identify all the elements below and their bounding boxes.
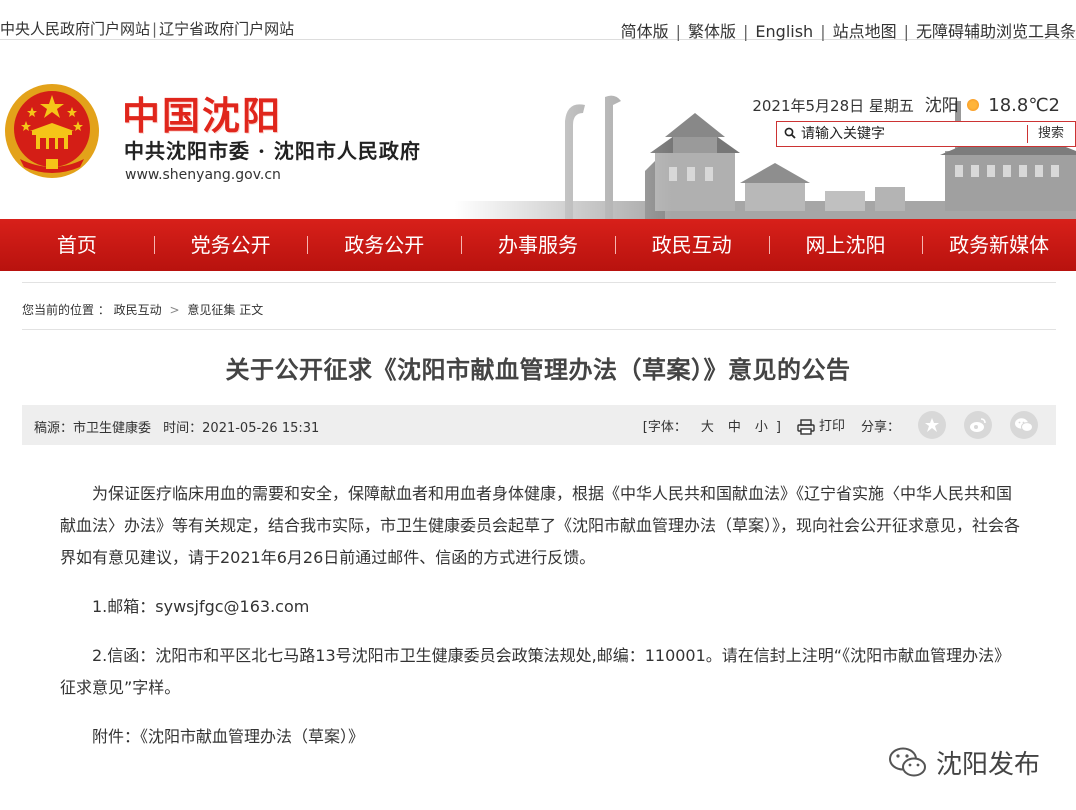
breadcrumb-current: 正文: [239, 303, 264, 317]
current-date: 2021年5月28日 星期五: [752, 97, 914, 115]
watermark-text: 沈阳发布: [936, 750, 1041, 780]
nav-interaction[interactable]: 政民互动: [614, 219, 769, 271]
link-english[interactable]: English: [755, 22, 813, 41]
link-accessibility[interactable]: 无障碍辅助浏览工具条: [916, 22, 1076, 41]
search-input[interactable]: [801, 124, 1026, 144]
printer-icon: [797, 419, 815, 435]
font-medium-button[interactable]: 中: [728, 420, 741, 435]
nav-government-affairs[interactable]: 政务公开: [307, 219, 461, 271]
breadcrumb-prefix: 您当前的位置 ：: [22, 303, 110, 317]
search-box: 搜索: [776, 121, 1076, 147]
font-label-text: [字体：: [642, 419, 687, 435]
search-icon: [784, 127, 796, 139]
nav-home[interactable]: 首页: [0, 219, 154, 271]
font-label-close: ]: [775, 419, 781, 435]
wechat-watermark: 沈阳发布: [888, 744, 1040, 781]
article-paragraph: 为保证医疗临床用血的需要和安全，保障献血者和用血者身体健康，根据《中华人民共和国…: [60, 484, 1021, 567]
weather-temperature: 18.8℃2: [988, 95, 1060, 116]
link-central-gov[interactable]: 中央人民政府门户网站: [0, 20, 150, 38]
breadcrumb-interaction[interactable]: 政民互动: [114, 303, 162, 317]
weather-city: 沈阳: [924, 96, 959, 116]
site-logo-subtitle: 中共沈阳市委 · 沈阳市人民政府: [124, 139, 421, 163]
site-tools: 简体版 | 繁体版 | English | 站点地图 | 无障碍辅助浏览工具条: [620, 22, 1076, 41]
font-large-button[interactable]: 大: [701, 420, 714, 435]
main-nav: 首页 党务公开 政务公开 办事服务 政民互动 网上沈阳 政务新媒体: [0, 219, 1076, 271]
search-button[interactable]: 搜索: [1027, 125, 1064, 143]
nav-new-media[interactable]: 政务新媒体: [922, 219, 1076, 271]
site-logo-title[interactable]: 中国沈阳: [122, 85, 282, 140]
national-emblem-icon: [5, 84, 99, 178]
date-weather: 2021年5月28日 星期五 沈阳 18.8℃2: [752, 91, 1060, 116]
share-label: 分享：: [860, 419, 900, 435]
link-liaoning-gov[interactable]: 辽宁省政府门户网站: [159, 20, 294, 38]
article-time: 时间：2021-05-26 15:31: [163, 421, 320, 436]
sunny-icon: [967, 99, 980, 111]
share-wechat-icon[interactable]: [1010, 411, 1038, 439]
external-links: 中央人民政府门户网站 | 辽宁省政府门户网站: [0, 20, 295, 38]
wechat-logo-icon: [889, 747, 926, 776]
article-title: 关于公开征求《沈阳市献血管理办法（草案）》意见的公告: [225, 356, 851, 384]
site-header: 中国沈阳 中共沈阳市委 · 沈阳市人民政府 www.shenyang.gov.c…: [0, 41, 1076, 219]
article-paragraph: 1.邮箱：sywsjfgc@163.com: [92, 597, 310, 616]
site-url: www.shenyang.gov.cn: [125, 167, 281, 183]
nav-online-shenyang[interactable]: 网上沈阳: [768, 219, 923, 271]
print-label: 打印: [818, 419, 845, 435]
article-body: 为保证医疗临床用血的需要和安全，保障献血者和用血者身体健康，根据《中华人民共和国…: [60, 478, 1020, 770]
top-links-bar: 中央人民政府门户网站 | 辽宁省政府门户网站 简体版 | 繁体版 | English | 站点地…: [0, 0, 1076, 41]
link-simplified[interactable]: 简体版: [621, 22, 669, 41]
nav-party-affairs[interactable]: 党务公开: [153, 219, 308, 271]
link-traditional[interactable]: 繁体版: [688, 22, 736, 41]
breadcrumb-consultation[interactable]: 意见征集: [187, 303, 235, 317]
article-meta: 稿源：市卫生健康委 时间：2021-05-26 15:31: [34, 417, 319, 436]
share-qzone-icon[interactable]: [918, 411, 946, 439]
article-tools: [字体： 大中小] 打印 分享：: [643, 411, 1046, 439]
font-size-label: [字体： 大中小]: [643, 416, 789, 435]
article-paragraph: 附件：《沈阳市献血管理办法（草案）》: [92, 727, 365, 746]
article-paragraph: 2.信函：沈阳市和平区北七马路13号沈阳市卫生健康委员会政策法规处,邮编：110…: [60, 646, 1011, 697]
article-source: 稿源：市卫生健康委: [34, 421, 152, 436]
breadcrumb: 您当前的位置 ： 政民互动 > 意见征集 正文: [22, 282, 1056, 330]
print-button[interactable]: 打印: [797, 415, 853, 435]
nav-services[interactable]: 办事服务: [461, 219, 615, 271]
share-weibo-icon[interactable]: [964, 411, 992, 439]
font-small-button[interactable]: 小: [755, 420, 768, 435]
article-meta-bar: 稿源：市卫生健康委 时间：2021-05-26 15:31 [字体： 大中小] 打…: [22, 405, 1056, 445]
chevron-right-icon: >: [169, 303, 180, 317]
link-sitemap[interactable]: 站点地图: [833, 22, 897, 41]
